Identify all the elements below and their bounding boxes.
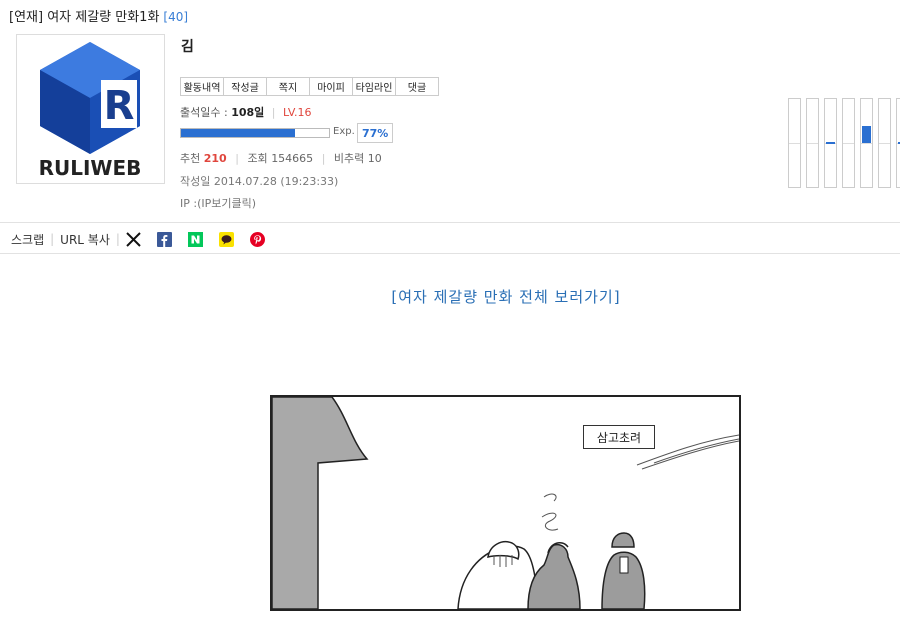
activity-mini-graph bbox=[788, 98, 900, 188]
level-badge: LV.16 bbox=[283, 106, 312, 119]
comments-button[interactable]: 댓글 bbox=[395, 77, 439, 96]
ratio-label: 비추력 bbox=[333, 152, 365, 165]
ratio-value: 10 bbox=[367, 152, 382, 165]
attendance-label: 출석일수 : bbox=[180, 106, 228, 119]
activity-button[interactable]: 활동내역 bbox=[180, 77, 224, 96]
graph-column bbox=[878, 98, 891, 188]
ip-label: IP : bbox=[180, 197, 198, 210]
kakaotalk-icon[interactable] bbox=[218, 231, 234, 247]
naver-icon[interactable] bbox=[187, 231, 203, 247]
recommend-label: 추천 bbox=[180, 152, 201, 165]
comic-panel: 삼고초려 bbox=[270, 395, 741, 611]
mypi-button[interactable]: 마이피 bbox=[309, 77, 353, 96]
exp-progress-bar bbox=[180, 128, 330, 138]
views-value: 154665 bbox=[271, 152, 314, 165]
logo-letter: R bbox=[104, 83, 135, 129]
facebook-icon[interactable] bbox=[156, 231, 172, 247]
ruliweb-logo: R RULIWEB bbox=[39, 42, 142, 180]
separator: | bbox=[115, 232, 120, 246]
separator: | bbox=[235, 152, 239, 165]
share-bar: 스크랩 | URL 복사 | bbox=[11, 229, 281, 249]
timeline-button[interactable]: 타임라인 bbox=[352, 77, 396, 96]
separator: | bbox=[50, 232, 55, 246]
ip-line: IP :(IP보기클릭) bbox=[180, 195, 256, 211]
graph-column bbox=[896, 98, 900, 188]
url-copy-button[interactable]: URL 복사 bbox=[60, 231, 110, 248]
graph-column bbox=[842, 98, 855, 188]
graph-column bbox=[860, 98, 873, 188]
logo-text: RULIWEB bbox=[39, 156, 142, 180]
date-label: 작성일 bbox=[180, 175, 211, 188]
attendance-line: 출석일수 : 108일 | LV.16 bbox=[180, 104, 312, 120]
divider bbox=[0, 222, 900, 223]
attendance-days: 108일 bbox=[231, 106, 265, 119]
recommend-value: 210 bbox=[203, 152, 227, 165]
x-icon[interactable] bbox=[126, 231, 141, 247]
graph-column bbox=[824, 98, 837, 188]
username[interactable]: 김 bbox=[181, 36, 194, 56]
graph-column bbox=[806, 98, 819, 188]
graph-column bbox=[788, 98, 801, 188]
comment-count[interactable]: [40] bbox=[163, 10, 188, 24]
date-value: 2014.07.28 (19:23:33) bbox=[213, 175, 339, 188]
divider bbox=[0, 253, 900, 254]
ip-reveal-link[interactable]: (IP보기클릭) bbox=[197, 197, 256, 210]
exp-percent: 77% bbox=[357, 123, 394, 143]
series-link-row: [여자 제갈량 만화 전체 보러가기] bbox=[0, 286, 900, 307]
exp-progress-fill bbox=[181, 129, 295, 137]
posts-button[interactable]: 작성글 bbox=[223, 77, 267, 96]
post-date: 작성일 2014.07.28 (19:23:33) bbox=[180, 173, 338, 189]
separator: | bbox=[271, 106, 276, 119]
scrap-button[interactable]: 스크랩 bbox=[11, 231, 44, 248]
separator: | bbox=[321, 152, 326, 165]
post-title-text: [연재] 여자 제갈량 만화1화 bbox=[9, 10, 160, 25]
post-title: [연재] 여자 제갈량 만화1화 [40] bbox=[9, 6, 188, 25]
message-button[interactable]: 쪽지 bbox=[266, 77, 310, 96]
post-stats: 추천 210 | 조회 154665 | 비추력 10 bbox=[180, 150, 382, 166]
exp-label: Exp. bbox=[333, 126, 355, 137]
views-label: 조회 bbox=[247, 152, 268, 165]
profile-menu: 활동내역 작성글 쪽지 마이피 타임라인 댓글 bbox=[180, 77, 439, 96]
series-all-link[interactable]: [여자 제갈량 만화 전체 보러가기] bbox=[391, 286, 620, 307]
comic-sign: 삼고초려 bbox=[583, 425, 655, 449]
profile-avatar[interactable]: R RULIWEB bbox=[16, 34, 165, 184]
comic-illustration bbox=[272, 397, 739, 609]
pinterest-icon[interactable] bbox=[249, 231, 265, 247]
